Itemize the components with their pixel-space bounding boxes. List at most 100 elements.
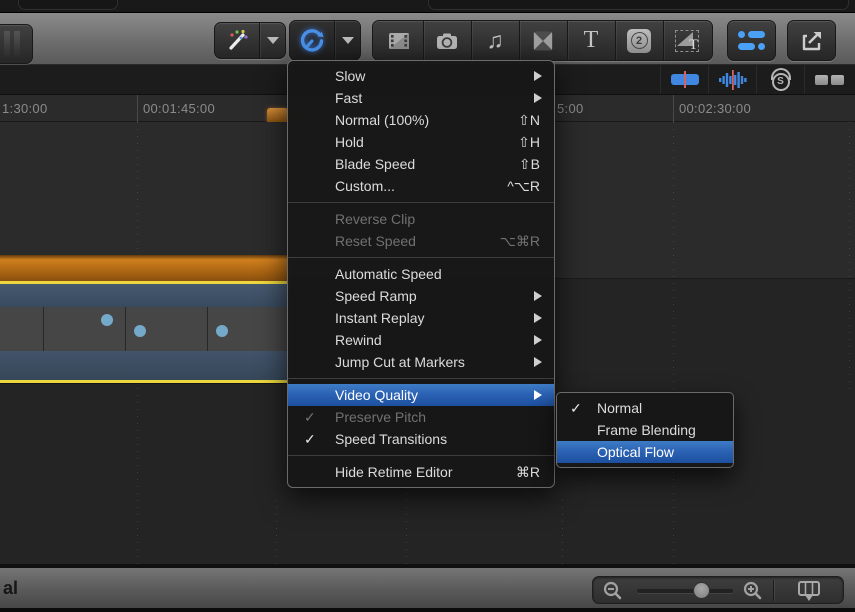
- menu-item-video-quality[interactable]: Video Quality: [288, 384, 554, 406]
- menu-item-speed-ramp[interactable]: Speed Ramp: [288, 285, 554, 307]
- marker-dot[interactable]: [101, 314, 113, 326]
- retime-clock-icon: [290, 21, 334, 60]
- chevron-down-icon: [342, 37, 354, 44]
- menu-item-custom[interactable]: Custom...^⌥R: [288, 175, 554, 197]
- trim-clip-icon: [671, 74, 699, 85]
- menu-item-hold[interactable]: Hold⇧H: [288, 131, 554, 153]
- checkmark-icon: ✓: [304, 406, 324, 428]
- audio-skimming-button[interactable]: [708, 65, 756, 94]
- menu-item-rewind[interactable]: Rewind: [288, 329, 554, 351]
- music-note-icon: ♫: [486, 27, 503, 54]
- menu-item-fast[interactable]: Fast: [288, 87, 554, 109]
- themes-browser-button[interactable]: T: [663, 21, 711, 60]
- transitions-icon: [532, 30, 554, 52]
- transitions-browser-button[interactable]: [519, 21, 567, 60]
- submenu-arrow-icon: [534, 313, 542, 323]
- solo-button[interactable]: S: [756, 65, 804, 94]
- marker-dot[interactable]: [134, 325, 146, 337]
- timecode-label: 1:30:00: [2, 101, 47, 116]
- zoom-in-icon: [742, 580, 764, 602]
- sliders-icon: [738, 43, 765, 51]
- filmstrip-icon: [387, 30, 411, 52]
- menu-item-normal-100[interactable]: Normal (100%)⇧N: [288, 109, 554, 131]
- menu-item-blade-speed[interactable]: Blade Speed⇧B: [288, 153, 554, 175]
- magic-wand-icon: [215, 23, 259, 58]
- titles-T-icon: T: [584, 27, 599, 54]
- submenu-arrow-icon: [534, 390, 542, 400]
- submenu-item-optical-flow[interactable]: Optical Flow: [557, 441, 733, 463]
- menu-separator: [288, 197, 554, 208]
- video-browser-button[interactable]: [375, 21, 423, 60]
- checkmark-icon: ✓: [304, 428, 324, 450]
- zoom-slider-thumb[interactable]: [693, 582, 710, 599]
- snapping-button[interactable]: [804, 65, 854, 94]
- theme-icon: T: [675, 30, 699, 52]
- retime-dropdown[interactable]: [335, 21, 360, 60]
- music-browser-button[interactable]: ♫: [471, 21, 519, 60]
- gridline: [849, 122, 850, 392]
- submenu-arrow-icon: [534, 357, 542, 367]
- window-bottom-edge: [0, 608, 855, 612]
- menu-item-automatic-speed[interactable]: Automatic Speed: [288, 263, 554, 285]
- media-browser-button[interactable]: [0, 24, 33, 64]
- menu-separator: [288, 252, 554, 263]
- ruler-tick: [673, 95, 674, 122]
- clip-lower-band: [0, 351, 290, 380]
- browser-icons-group: ♫ T 2 T: [372, 20, 713, 61]
- photos-browser-button[interactable]: [423, 21, 471, 60]
- zoom-out-icon: [602, 580, 624, 602]
- submenu-arrow-icon: [534, 291, 542, 301]
- menu-separator: [288, 373, 554, 384]
- submenu-item-normal[interactable]: ✓Normal: [557, 397, 733, 419]
- enhancements-dropdown[interactable]: [260, 23, 285, 58]
- video-quality-submenu: ✓Normal Frame Blending Optical Flow: [556, 392, 734, 468]
- trim-feedback-button[interactable]: [660, 65, 708, 94]
- enhancements-button[interactable]: [214, 22, 286, 59]
- main-toolbar: ♫ T 2 T: [0, 13, 855, 65]
- timeline-bottom-bar: al: [0, 566, 855, 608]
- clip-appearance-button[interactable]: [781, 579, 837, 603]
- submenu-arrow-icon: [534, 71, 542, 81]
- zoom-in-button[interactable]: [741, 580, 765, 602]
- panel-corner-hint: [428, 0, 849, 10]
- solo-headphones-icon: S: [769, 68, 793, 92]
- clip-edge: [0, 383, 290, 384]
- menu-item-speed-transitions[interactable]: ✓Speed Transitions: [288, 428, 554, 450]
- gridline: [276, 500, 277, 564]
- submenu-item-frame-blending[interactable]: Frame Blending: [557, 419, 733, 441]
- generator-countdown-icon: 2: [627, 29, 651, 53]
- zoom-out-button[interactable]: [601, 580, 625, 602]
- menu-item-slow[interactable]: Slow: [288, 65, 554, 87]
- fcpx-timeline-window: ♫ T 2 T: [0, 0, 855, 612]
- generators-browser-button[interactable]: 2: [615, 21, 663, 60]
- snapping-icon: [815, 75, 844, 85]
- gridline: [673, 122, 674, 564]
- project-name-label: al: [3, 578, 18, 599]
- timecode-label: 5:00: [557, 101, 584, 116]
- retime-editor-bar[interactable]: [0, 255, 290, 281]
- titles-browser-button[interactable]: T: [567, 21, 615, 60]
- menu-item-reset-speed: Reset Speed⌥⌘R: [288, 230, 554, 252]
- menu-item-instant-replay[interactable]: Instant Replay: [288, 307, 554, 329]
- clip-filmstrip: [0, 307, 290, 351]
- marker-dot[interactable]: [216, 325, 228, 337]
- zoom-controls: [592, 576, 844, 604]
- clip-upper-band: [0, 284, 290, 307]
- viewer-panel-bottom-edge: [0, 0, 855, 13]
- submenu-arrow-icon: [534, 93, 542, 103]
- retime-bar-peek: [267, 108, 288, 122]
- retime-button[interactable]: [289, 20, 361, 61]
- inspector-button[interactable]: [727, 20, 776, 61]
- submenu-arrow-icon: [534, 335, 542, 345]
- share-button[interactable]: [787, 20, 836, 61]
- menu-item-jump-cut-at-markers[interactable]: Jump Cut at Markers: [288, 351, 554, 373]
- menu-item-hide-retime-editor[interactable]: Hide Retime Editor⌘R: [288, 461, 554, 483]
- clip-appearance-icon: [796, 580, 822, 602]
- sliders-icon: [738, 31, 765, 39]
- timecode-label: 00:01:45:00: [143, 101, 215, 116]
- controls-divider: [773, 580, 774, 601]
- camera-icon: [435, 31, 459, 51]
- ruler-tick: [137, 95, 138, 122]
- zoom-slider-track[interactable]: [637, 589, 733, 593]
- selected-clip[interactable]: [0, 255, 290, 384]
